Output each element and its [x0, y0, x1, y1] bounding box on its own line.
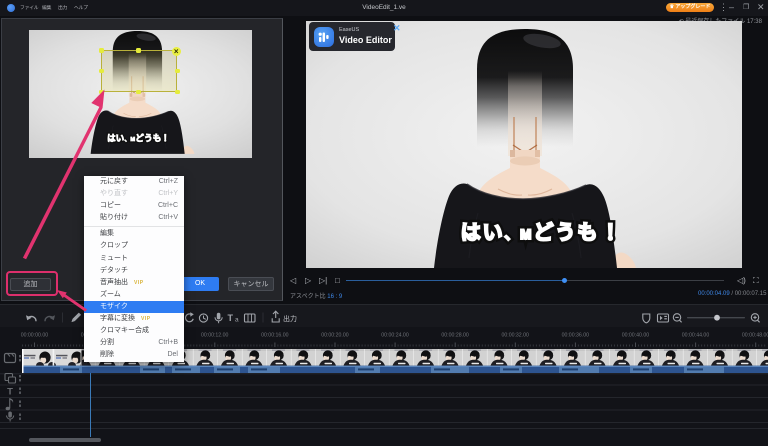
- svg-text:00:00:24.00: 00:00:24.00: [381, 333, 409, 339]
- svg-text:00:00:28.00: 00:00:28.00: [441, 333, 469, 339]
- svg-text:00:00:12.00: 00:00:12.00: [201, 333, 229, 339]
- svg-text:00:00:40.00: 00:00:40.00: [622, 333, 650, 339]
- svg-text:T: T: [7, 387, 13, 398]
- svg-text:T: T: [228, 313, 234, 323]
- svg-text:00:00:32.00: 00:00:32.00: [501, 333, 529, 339]
- svg-text:00:00:20.00: 00:00:20.00: [321, 333, 349, 339]
- svg-text:00:00:48.00: 00:00:48.00: [742, 333, 768, 339]
- svg-text:00:00:00.00: 00:00:00.00: [21, 333, 49, 339]
- svg-text:00:00:44.00: 00:00:44.00: [682, 333, 710, 339]
- svg-text:出力: 出力: [283, 314, 297, 323]
- svg-text:00:00:36.00: 00:00:36.00: [562, 333, 590, 339]
- svg-text:00:00:16.00: 00:00:16.00: [261, 333, 289, 339]
- svg-text:a: a: [235, 317, 239, 324]
